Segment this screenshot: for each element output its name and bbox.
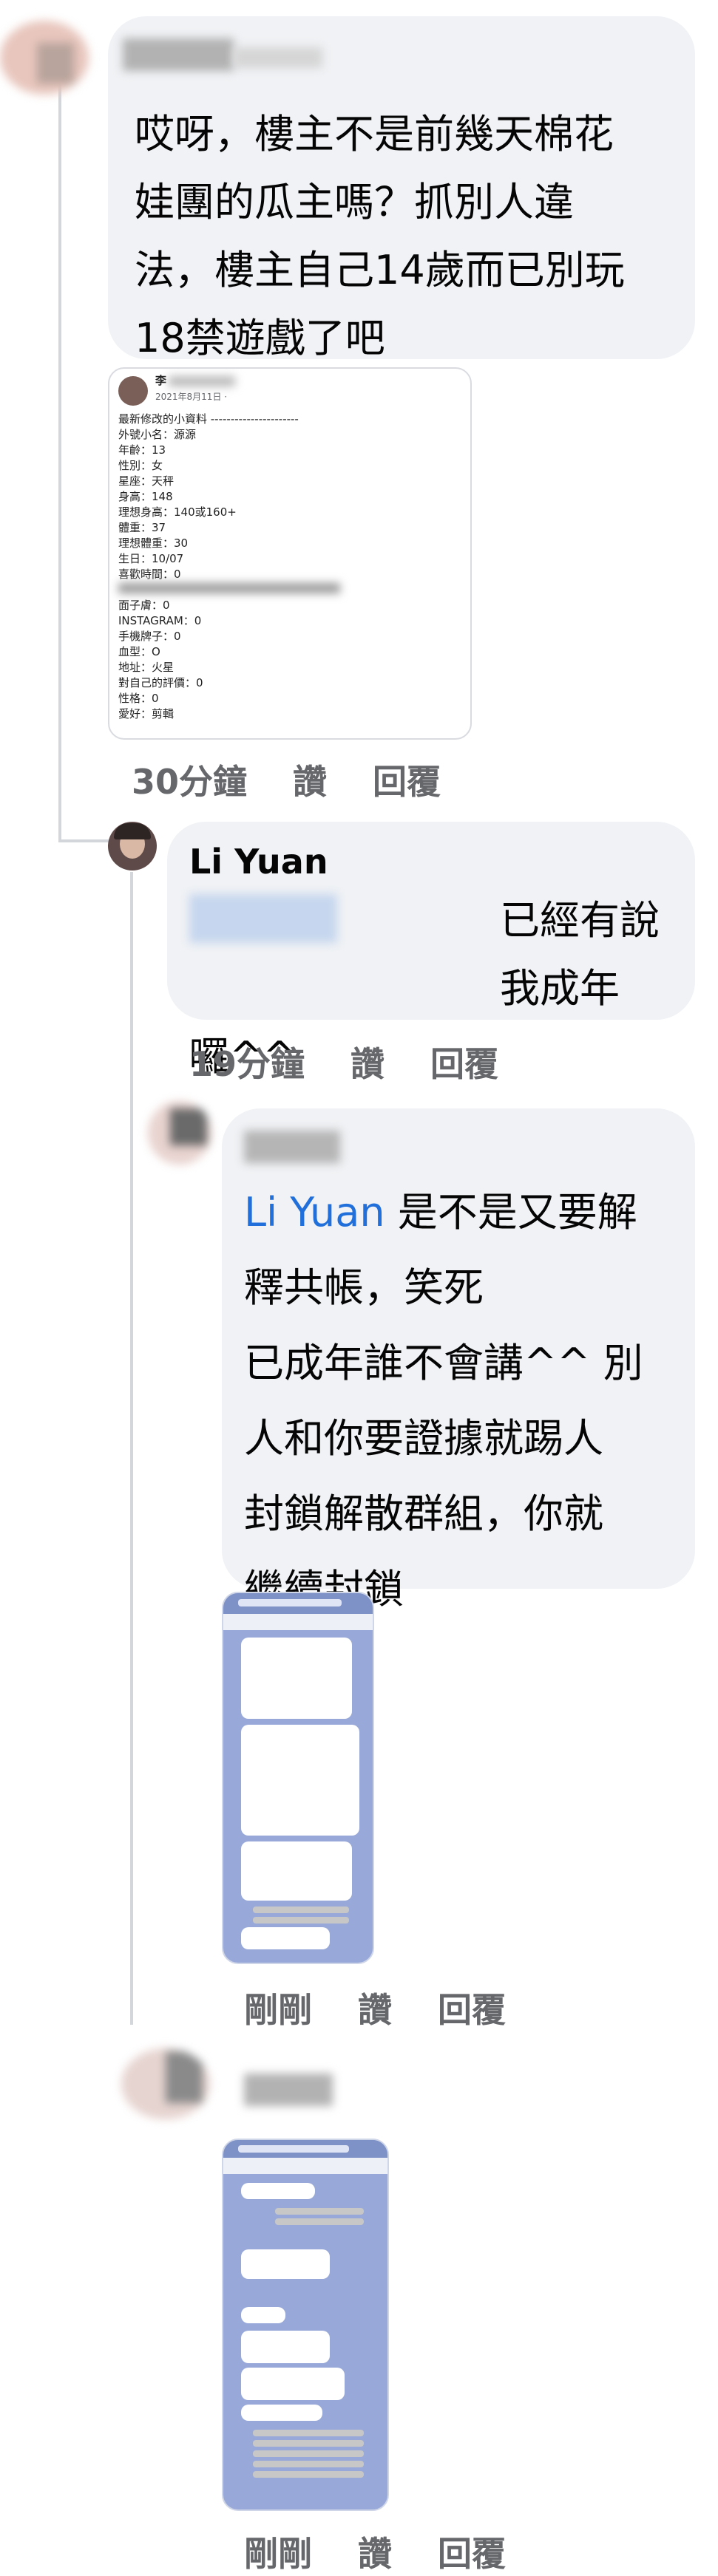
author-name-redacted [244, 2074, 333, 2106]
avatar[interactable] [148, 1101, 211, 1165]
attached-image[interactable]: 李 2021年8月11日 · 最新修改的小資料 ----------------… [108, 367, 472, 740]
attached-image[interactable] [222, 2139, 389, 2511]
thread-line [58, 839, 109, 842]
thread-line [58, 74, 61, 842]
avatar [118, 376, 148, 406]
reply-button[interactable]: 回覆 [438, 2534, 506, 2574]
like-button[interactable]: 讚 [293, 762, 327, 802]
reply-button[interactable]: 回覆 [373, 762, 441, 802]
comment-text: Li Yuan 是不是又要解 釋共帳，笑死 已成年誰不會講^^ 別 人和你要證據… [244, 1189, 643, 1612]
author-name-redacted [244, 1131, 340, 1163]
post-date: 2021年8月11日 · [155, 392, 228, 402]
comment-actions: 30分鐘 讚 回覆 [132, 755, 487, 804]
avatar[interactable] [121, 2048, 210, 2119]
mention-link[interactable]: Li Yuan [244, 1189, 385, 1236]
like-button[interactable]: 讚 [350, 1044, 385, 1084]
timestamp[interactable]: 剛剛 [244, 2534, 312, 2574]
reply-button[interactable]: 回覆 [438, 1990, 506, 2030]
timestamp[interactable]: 30分鐘 [132, 762, 247, 802]
comment-bubble: Li Yuan 是不是又要解 釋共帳，笑死 已成年誰不會講^^ 別 人和你要證據… [222, 1108, 695, 1612]
timestamp[interactable]: 剛剛 [244, 1990, 312, 2030]
comment-bubble: Li Yuan 已經有說我成年 囉^^ [167, 822, 695, 1080]
comment-actions: 剛剛 讚 回覆 [244, 1983, 552, 2032]
like-button[interactable]: 讚 [358, 1990, 392, 2030]
comment-text: 哎呀，樓主不是前幾天棉花 娃團的瓜主嗎？抓別人違 法，樓主自己14歲而已別玩 1… [135, 111, 625, 361]
comment-bubble: 哎呀，樓主不是前幾天棉花 娃團的瓜主嗎？抓別人違 法，樓主自己14歲而已別玩 1… [108, 16, 695, 361]
avatar[interactable] [108, 822, 157, 870]
thread-line [130, 872, 133, 2025]
comment-actions: 19分鐘 讚 回覆 [189, 1037, 544, 1086]
timestamp[interactable]: 19分鐘 [189, 1044, 305, 1084]
reply-button[interactable]: 回覆 [430, 1044, 498, 1084]
avatar[interactable] [0, 21, 89, 95]
attached-image[interactable] [222, 1592, 374, 1964]
post-author: 李 [155, 374, 167, 387]
author-name-redacted [123, 38, 234, 71]
author-name[interactable]: Li Yuan [189, 841, 328, 882]
like-button[interactable]: 讚 [358, 2534, 392, 2574]
comment-actions: 剛剛 讚 回覆 [244, 2527, 552, 2576]
